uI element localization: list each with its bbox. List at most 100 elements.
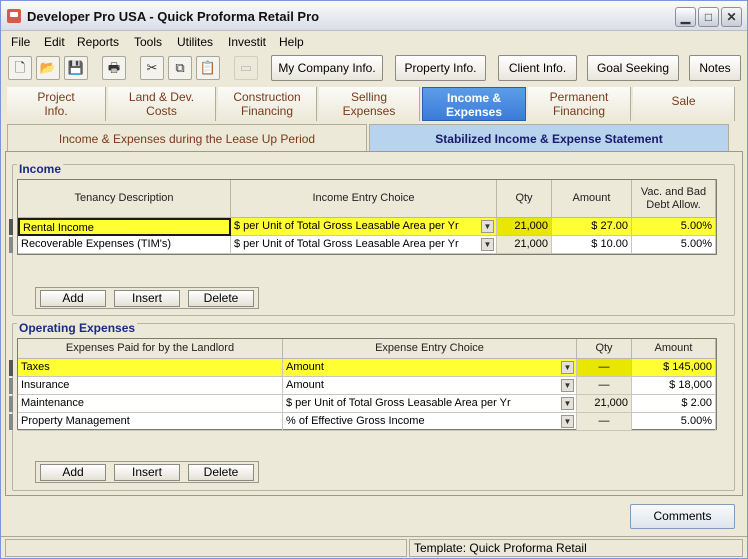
menu-help[interactable]: Help: [279, 35, 304, 49]
row-indicator: [9, 219, 13, 235]
status-template: Template: Quick Proforma Retail: [409, 539, 743, 557]
tab-permanent-financing[interactable]: Permanent Financing: [528, 87, 631, 121]
app-window: Developer Pro USA - Quick Proforma Retai…: [0, 0, 748, 559]
save-icon[interactable]: 💾: [64, 56, 88, 80]
row-indicator: [9, 237, 13, 253]
dropdown-arrow-icon[interactable]: ▼: [561, 415, 574, 428]
tab-label-line1: Land & Dev.: [128, 90, 195, 104]
income-row-2-amount[interactable]: $ 10.00: [552, 236, 632, 254]
expense-row-4-desc[interactable]: Property Management: [18, 413, 283, 431]
menu-reports[interactable]: Reports: [77, 35, 119, 49]
expenses-add-button[interactable]: Add: [40, 464, 106, 481]
copy-icon[interactable]: ⧉: [168, 56, 192, 80]
menu-edit[interactable]: Edit: [44, 35, 65, 49]
cut-icon[interactable]: ✂: [140, 56, 164, 80]
expenses-grid: Expenses Paid for by the Landlord Expens…: [17, 338, 717, 431]
col-header-qty: Qty: [577, 339, 632, 359]
dropdown-arrow-icon[interactable]: ▼: [561, 361, 574, 374]
tab-label-line2: Info.: [44, 104, 68, 118]
paste-icon[interactable]: 📋: [196, 56, 220, 80]
menu-file[interactable]: File: [11, 35, 30, 49]
income-row-1-qty[interactable]: 21,000: [497, 218, 552, 236]
tab-label-line1: Construction: [233, 90, 301, 104]
expense-row-3-desc[interactable]: Maintenance: [18, 395, 283, 413]
expense-row-1-amount[interactable]: $ 145,000: [632, 359, 716, 377]
minimize-button[interactable]: ▁: [675, 7, 696, 27]
tab-label-line1: Selling: [350, 90, 388, 104]
income-insert-button[interactable]: Insert: [114, 290, 180, 307]
goal-seeking-button[interactable]: Goal Seeking: [587, 55, 679, 81]
sub-tabs: Income & Expenses during the Lease Up Pe…: [5, 124, 743, 152]
dropdown-arrow-icon[interactable]: ▼: [561, 397, 574, 410]
menu-tools[interactable]: Tools: [134, 35, 162, 49]
operating-expenses-title: Operating Expenses: [17, 321, 138, 335]
tab-construction-financing[interactable]: Construction Financing: [218, 87, 317, 121]
expense-row-2-desc[interactable]: Insurance: [18, 377, 283, 395]
menu-investit[interactable]: Investit: [228, 35, 266, 49]
app-icon: [7, 9, 21, 23]
property-info-button[interactable]: Property Info.: [395, 55, 486, 81]
status-cell-empty: [5, 539, 407, 557]
expense-row-3-amount[interactable]: $ 2.00: [632, 395, 716, 413]
expense-row-2-choice[interactable]: Amount ▼: [283, 377, 577, 395]
income-row-1-choice[interactable]: $ per Unit of Total Gross Leasable Area …: [231, 218, 497, 236]
income-row-2-choice[interactable]: $ per Unit of Total Gross Leasable Area …: [231, 236, 497, 254]
close-button[interactable]: ✕: [721, 7, 742, 27]
expenses-delete-button[interactable]: Delete: [188, 464, 254, 481]
expense-row-4-amount[interactable]: 5.00%: [632, 413, 716, 431]
subtab-stabilized-statement[interactable]: Stabilized Income & Expense Statement: [369, 124, 729, 152]
expense-row-2-choice-text: Amount: [286, 379, 324, 391]
expense-row-3-choice-text: $ per Unit of Total Gross Leasable Area …: [286, 397, 511, 409]
comments-button[interactable]: Comments: [630, 504, 735, 529]
income-row-1-vac[interactable]: 5.00%: [632, 218, 716, 236]
row-indicator: [9, 414, 13, 430]
col-header-vac-allow: Vac. and Bad Debt Allow.: [632, 180, 716, 218]
menu-utilites[interactable]: Utilites: [177, 35, 213, 49]
dropdown-arrow-icon[interactable]: ▼: [561, 379, 574, 392]
expense-row-2-qty: —: [577, 377, 632, 395]
open-icon[interactable]: 📂: [36, 56, 60, 80]
col-header-tenancy: Tenancy Description: [18, 180, 231, 218]
income-add-button[interactable]: Add: [40, 290, 106, 307]
expense-row-4-choice[interactable]: % of Effective Gross Income ▼: [283, 413, 577, 431]
subtab-lease-up-period[interactable]: Income & Expenses during the Lease Up Pe…: [7, 124, 367, 152]
new-icon[interactable]: 🗋: [8, 56, 32, 80]
expense-row-3-qty[interactable]: 21,000: [577, 395, 632, 413]
income-row-2-desc[interactable]: Recoverable Expenses (TIM's): [18, 236, 231, 254]
col-header-amount: Amount: [552, 180, 632, 218]
income-row-1-amount[interactable]: $ 27.00: [552, 218, 632, 236]
tab-selling-expenses[interactable]: Selling Expenses: [319, 87, 420, 121]
dropdown-arrow-icon[interactable]: ▼: [481, 238, 494, 251]
expense-row-1-desc[interactable]: Taxes: [18, 359, 283, 377]
my-company-info-button[interactable]: My Company Info.: [271, 55, 383, 81]
income-row-2-qty[interactable]: 21,000: [497, 236, 552, 254]
tab-land-dev-costs[interactable]: Land & Dev. Costs: [108, 87, 216, 121]
income-row-1-desc[interactable]: Rental Income: [18, 218, 231, 236]
income-row-1-choice-text: $ per Unit of Total Gross Leasable Area …: [234, 220, 459, 232]
tab-income-expenses[interactable]: Income & Expenses: [422, 87, 526, 121]
income-row-2-vac[interactable]: 5.00%: [632, 236, 716, 254]
income-button-bar: Add Insert Delete: [35, 287, 259, 309]
expense-row-1-choice-text: Amount: [286, 361, 324, 373]
expenses-button-bar: Add Insert Delete: [35, 461, 259, 483]
expense-row-3-choice[interactable]: $ per Unit of Total Gross Leasable Area …: [283, 395, 577, 413]
client-info-button[interactable]: Client Info.: [498, 55, 577, 81]
tab-project-info[interactable]: Project Info.: [7, 87, 106, 121]
print-icon[interactable]: 🖶: [102, 56, 126, 80]
income-delete-button[interactable]: Delete: [188, 290, 254, 307]
expense-row-2-amount[interactable]: $ 18,000: [632, 377, 716, 395]
tab-label-line2: Financing: [240, 104, 294, 118]
notes-button[interactable]: Notes: [689, 55, 741, 81]
expense-row-1-choice[interactable]: Amount ▼: [283, 359, 577, 377]
maximize-button[interactable]: □: [698, 7, 719, 27]
tab-sale[interactable]: Sale: [633, 87, 735, 121]
tab-label-line2: Expenses: [445, 105, 503, 119]
main-tabs: Project Info. Land & Dev. Costs Construc…: [1, 87, 747, 121]
col-header-income-choice: Income Entry Choice: [231, 180, 497, 218]
income-grid: Tenancy Description Income Entry Choice …: [17, 179, 717, 255]
tab-label-line2: Costs: [146, 104, 177, 118]
tab-label-line1: Sale: [671, 94, 696, 108]
menu-bar: File Edit Reports Tools Utilites Investi…: [1, 31, 747, 51]
expenses-insert-button[interactable]: Insert: [114, 464, 180, 481]
dropdown-arrow-icon[interactable]: ▼: [481, 220, 494, 233]
